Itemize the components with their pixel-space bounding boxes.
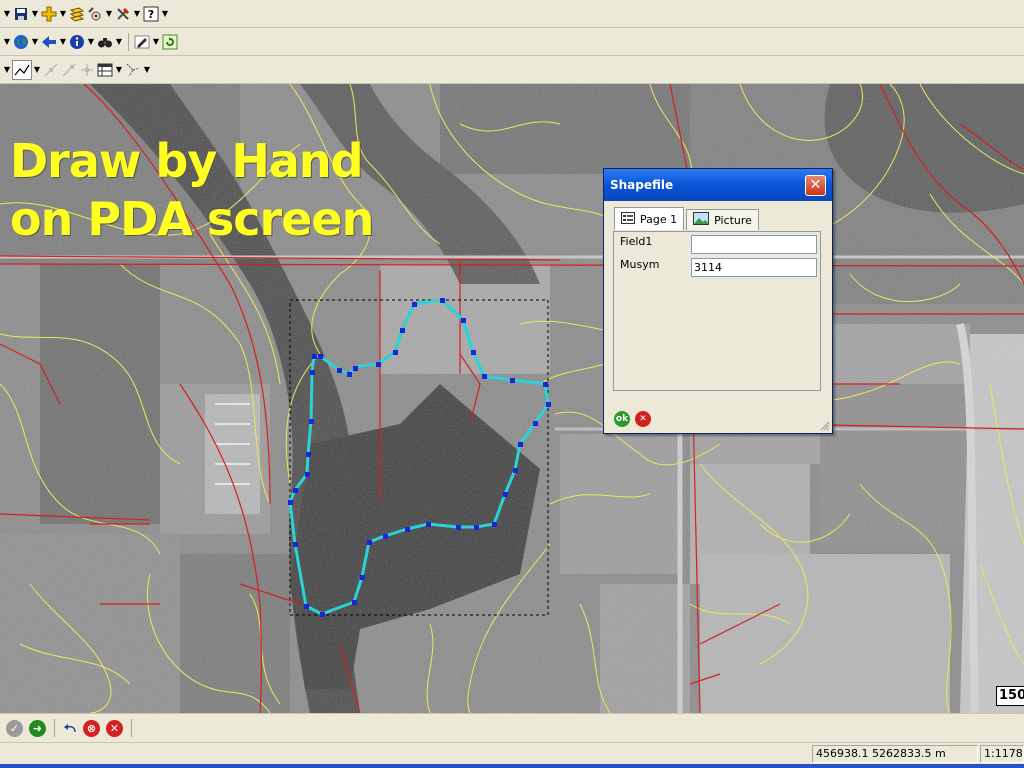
add-layer-icon[interactable] <box>40 5 58 23</box>
help-icon[interactable]: ? <box>142 5 160 23</box>
dropdown-arrow-icon[interactable]: ▼ <box>32 65 42 74</box>
dropdown-arrow-icon[interactable]: ▼ <box>2 9 12 18</box>
toolbar-editing: ▼ ▼ ▼ ▼ <box>0 56 1024 84</box>
separator <box>54 719 55 737</box>
tools-icon[interactable] <box>114 5 132 23</box>
dropdown-arrow-icon[interactable]: ▼ <box>58 9 68 18</box>
close-icon[interactable]: ✕ <box>805 174 826 196</box>
separator <box>128 32 129 51</box>
cancel-edit-icon[interactable]: ✕ <box>106 719 123 737</box>
field1-input[interactable] <box>691 235 817 254</box>
edit-toolbar: ✓ ➜ ⊗ ✕ <box>0 713 1024 742</box>
delete-node-icon[interactable] <box>78 61 96 79</box>
musym-input[interactable] <box>691 258 817 277</box>
cancel-button[interactable]: ✕ <box>635 411 651 427</box>
globe-icon[interactable] <box>12 33 30 51</box>
forward-arrow-icon[interactable]: ➜ <box>29 719 46 737</box>
tab-label: Page 1 <box>640 212 678 226</box>
dropdown-arrow-icon[interactable]: ▼ <box>132 9 142 18</box>
dropdown-arrow-icon[interactable]: ▼ <box>151 37 161 46</box>
dialog-title: Shapefile <box>610 178 674 192</box>
refresh-icon[interactable] <box>161 33 179 51</box>
find-icon[interactable] <box>96 33 114 51</box>
dropdown-arrow-icon[interactable]: ▼ <box>160 9 170 18</box>
dropdown-arrow-icon[interactable]: ▼ <box>2 37 12 46</box>
separator <box>131 719 132 737</box>
dropdown-arrow-icon[interactable]: ▼ <box>114 37 124 46</box>
dropdown-arrow-icon[interactable]: ▼ <box>2 65 12 74</box>
tab-label: Picture <box>714 213 752 227</box>
save-icon[interactable] <box>12 5 30 23</box>
attribute-panel <box>613 231 821 391</box>
field1-label: Field1 <box>620 235 653 248</box>
info-icon[interactable] <box>68 33 86 51</box>
taskbar-strip <box>0 764 1024 768</box>
status-bar: 456938.1 5262833.5 m 1:11789 <box>0 742 1024 765</box>
shapefile-dialog: Shapefile ✕ Page 1 Picture Field1 Musym … <box>603 168 833 434</box>
dropdown-arrow-icon[interactable]: ▼ <box>104 9 114 18</box>
layers-icon[interactable] <box>68 5 86 23</box>
dropdown-arrow-icon[interactable]: ▼ <box>86 37 96 46</box>
dropdown-arrow-icon[interactable]: ▼ <box>58 37 68 46</box>
dropdown-arrow-icon[interactable]: ▼ <box>142 65 152 74</box>
form-icon <box>621 211 635 227</box>
undo-icon[interactable] <box>61 719 79 737</box>
toolbar-navigation: ▼ ▼ ▼ ▼ ▼ ▼ <box>0 28 1024 56</box>
delete-vertex-icon[interactable]: ⊗ <box>83 719 100 737</box>
map-scale-label: 150 <box>996 686 1024 706</box>
check-icon[interactable]: ✓ <box>6 719 23 737</box>
overlay-caption-line2: on PDA screen <box>10 192 374 246</box>
resize-grip-icon[interactable] <box>820 421 830 431</box>
line-tool-icon[interactable] <box>12 59 32 80</box>
dropdown-arrow-icon[interactable]: ▼ <box>30 9 40 18</box>
svg-text:?: ? <box>148 8 154 21</box>
dropdown-arrow-icon[interactable]: ▼ <box>114 65 124 74</box>
overlay-caption-line1: Draw by Hand <box>10 134 364 188</box>
table-icon[interactable] <box>96 61 114 79</box>
back-arrow-icon[interactable] <box>40 33 58 51</box>
tab-picture[interactable]: Picture <box>686 209 759 230</box>
picture-icon <box>693 212 710 228</box>
tab-page-1[interactable]: Page 1 <box>614 207 685 230</box>
musym-label: Musym <box>620 258 660 271</box>
dialog-tabs: Page 1 Picture <box>614 207 761 230</box>
coordinate-readout: 456938.1 5262833.5 m <box>812 745 978 763</box>
scale-readout: 1:11789 <box>980 745 1024 763</box>
toolbar-main: ▼ ▼ ▼ ▼ ▼ ? ▼ <box>0 0 1024 28</box>
select-tool-icon[interactable] <box>124 61 142 79</box>
gps-icon[interactable] <box>86 5 104 23</box>
ok-button[interactable]: ok <box>614 411 630 427</box>
dropdown-arrow-icon[interactable]: ▼ <box>30 37 40 46</box>
move-node-icon[interactable] <box>60 61 78 79</box>
map-canvas[interactable]: Draw by Hand on PDA screen <box>0 84 1024 713</box>
edit-icon[interactable] <box>133 33 151 51</box>
add-node-icon[interactable] <box>42 61 60 79</box>
dialog-titlebar[interactable]: Shapefile ✕ <box>604 169 832 201</box>
